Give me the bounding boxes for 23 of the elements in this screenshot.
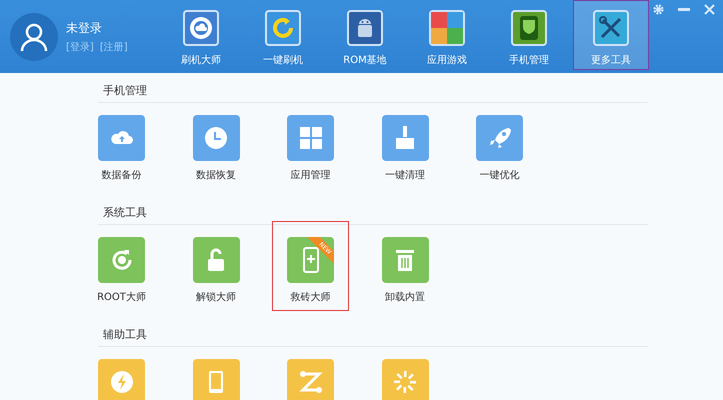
clock-icon	[203, 125, 229, 151]
spinner-icon	[392, 369, 418, 395]
connected-nodes-icon	[298, 369, 324, 395]
nav-tab[interactable]: 手机管理	[491, 0, 567, 70]
section-title: 系统工具	[98, 205, 648, 225]
grid-icon	[431, 12, 463, 44]
settings-icon[interactable]	[653, 4, 664, 15]
nav-tab[interactable]: ROM基地	[327, 0, 403, 70]
close-icon[interactable]	[704, 4, 715, 15]
section-title: 辅助工具	[98, 327, 648, 347]
lightning-icon	[108, 369, 134, 395]
nav-tab[interactable]: 一键刷机	[245, 0, 321, 70]
nav-tab[interactable]: 应用游戏	[409, 0, 485, 70]
refresh-icon	[271, 16, 295, 40]
avatar-icon	[10, 12, 58, 60]
section-title: 手机管理	[98, 83, 648, 103]
tools-icon	[598, 15, 624, 41]
nav-tab[interactable]: 刷机大师	[163, 0, 239, 70]
phone-shield-icon	[518, 15, 540, 41]
cloud-icon	[189, 16, 213, 40]
minimize-icon[interactable]	[678, 8, 690, 11]
user-name: 未登录	[66, 20, 103, 36]
tiles-icon	[298, 125, 324, 151]
